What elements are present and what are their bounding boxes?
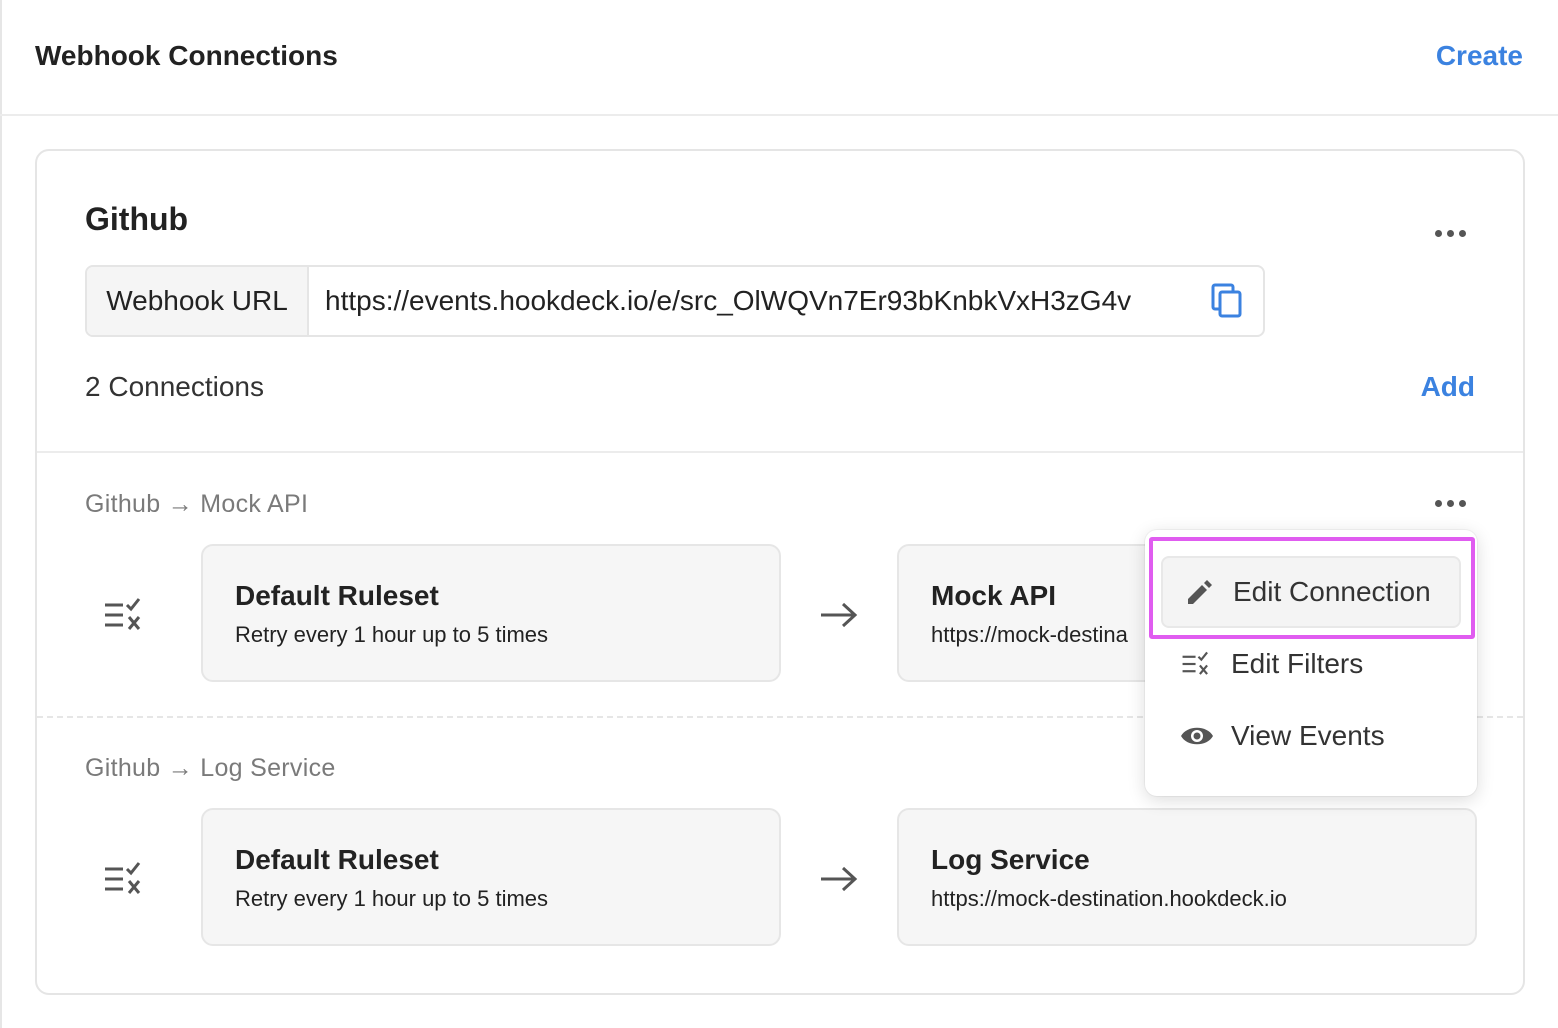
more-dot-icon bbox=[1458, 499, 1466, 507]
connection-label: Github → Mock API bbox=[85, 490, 309, 518]
destination-url: https://mock-destina bbox=[931, 622, 1128, 647]
source-name: Github bbox=[85, 201, 189, 237]
menu-item-edit-connection[interactable]: Edit Connection bbox=[1161, 556, 1461, 628]
connection-label: Github → Log Service bbox=[85, 754, 336, 782]
filter-icon bbox=[105, 598, 141, 630]
ruleset-description: Retry every 1 hour up to 5 times bbox=[235, 622, 549, 647]
page-left-border bbox=[0, 0, 2, 1028]
menu-item-view-events[interactable]: View Events bbox=[1161, 700, 1461, 772]
page-title: Webhook Connections bbox=[35, 40, 338, 71]
source-card: Github Webhook URL https://events.hookde… bbox=[35, 149, 1525, 995]
menu-item-edit-filters[interactable]: Edit Filters bbox=[1161, 628, 1461, 700]
menu-item-label: Edit Filters bbox=[1231, 648, 1364, 679]
webhook-url-field: Webhook URL https://events.hookdeck.io/e… bbox=[85, 265, 1265, 337]
more-dot-icon bbox=[1434, 229, 1442, 237]
more-dot-icon bbox=[1446, 229, 1454, 237]
ruleset-card[interactable]: Default Ruleset Retry every 1 hour up to… bbox=[201, 544, 781, 682]
copy-icon bbox=[1211, 283, 1242, 318]
copy-url-button[interactable] bbox=[1191, 267, 1263, 335]
destination-title: Mock API bbox=[931, 580, 1056, 611]
webhook-url-label: Webhook URL bbox=[87, 267, 309, 335]
ruleset-title: Default Ruleset bbox=[235, 844, 439, 875]
arrow-right-icon bbox=[821, 866, 858, 892]
filter-icon bbox=[105, 862, 141, 894]
more-dot-icon bbox=[1458, 229, 1466, 237]
connections-count: 2 Connections bbox=[85, 371, 265, 402]
page-header: Webhook Connections Create bbox=[0, 0, 1558, 116]
more-dot-icon bbox=[1434, 499, 1442, 507]
destination-card[interactable]: Log Service https://mock-destination.hoo… bbox=[897, 808, 1477, 946]
filter-icon bbox=[1179, 646, 1215, 682]
add-connection-button[interactable]: Add bbox=[1421, 371, 1475, 403]
destination-url: https://mock-destination.hookdeck.io bbox=[931, 886, 1287, 911]
arrow-right-icon bbox=[821, 602, 858, 628]
ruleset-title: Default Ruleset bbox=[235, 580, 439, 611]
create-button[interactable]: Create bbox=[1436, 40, 1523, 72]
menu-item-label: Edit Connection bbox=[1233, 576, 1431, 607]
menu-item-label: View Events bbox=[1231, 720, 1385, 751]
eye-icon bbox=[1179, 718, 1215, 754]
webhook-url-value[interactable]: https://events.hookdeck.io/e/src_OlWQVn7… bbox=[309, 267, 1191, 335]
ruleset-description: Retry every 1 hour up to 5 times bbox=[235, 886, 549, 911]
pencil-icon bbox=[1181, 574, 1217, 610]
more-dot-icon bbox=[1446, 499, 1454, 507]
source-more-button[interactable] bbox=[1430, 221, 1470, 245]
connection-context-menu: Edit Connection Edit Filters View Events bbox=[1145, 530, 1477, 796]
connection-more-button[interactable] bbox=[1430, 491, 1470, 515]
destination-title: Log Service bbox=[931, 844, 1090, 875]
section-divider bbox=[37, 451, 1523, 453]
ruleset-card[interactable]: Default Ruleset Retry every 1 hour up to… bbox=[201, 808, 781, 946]
